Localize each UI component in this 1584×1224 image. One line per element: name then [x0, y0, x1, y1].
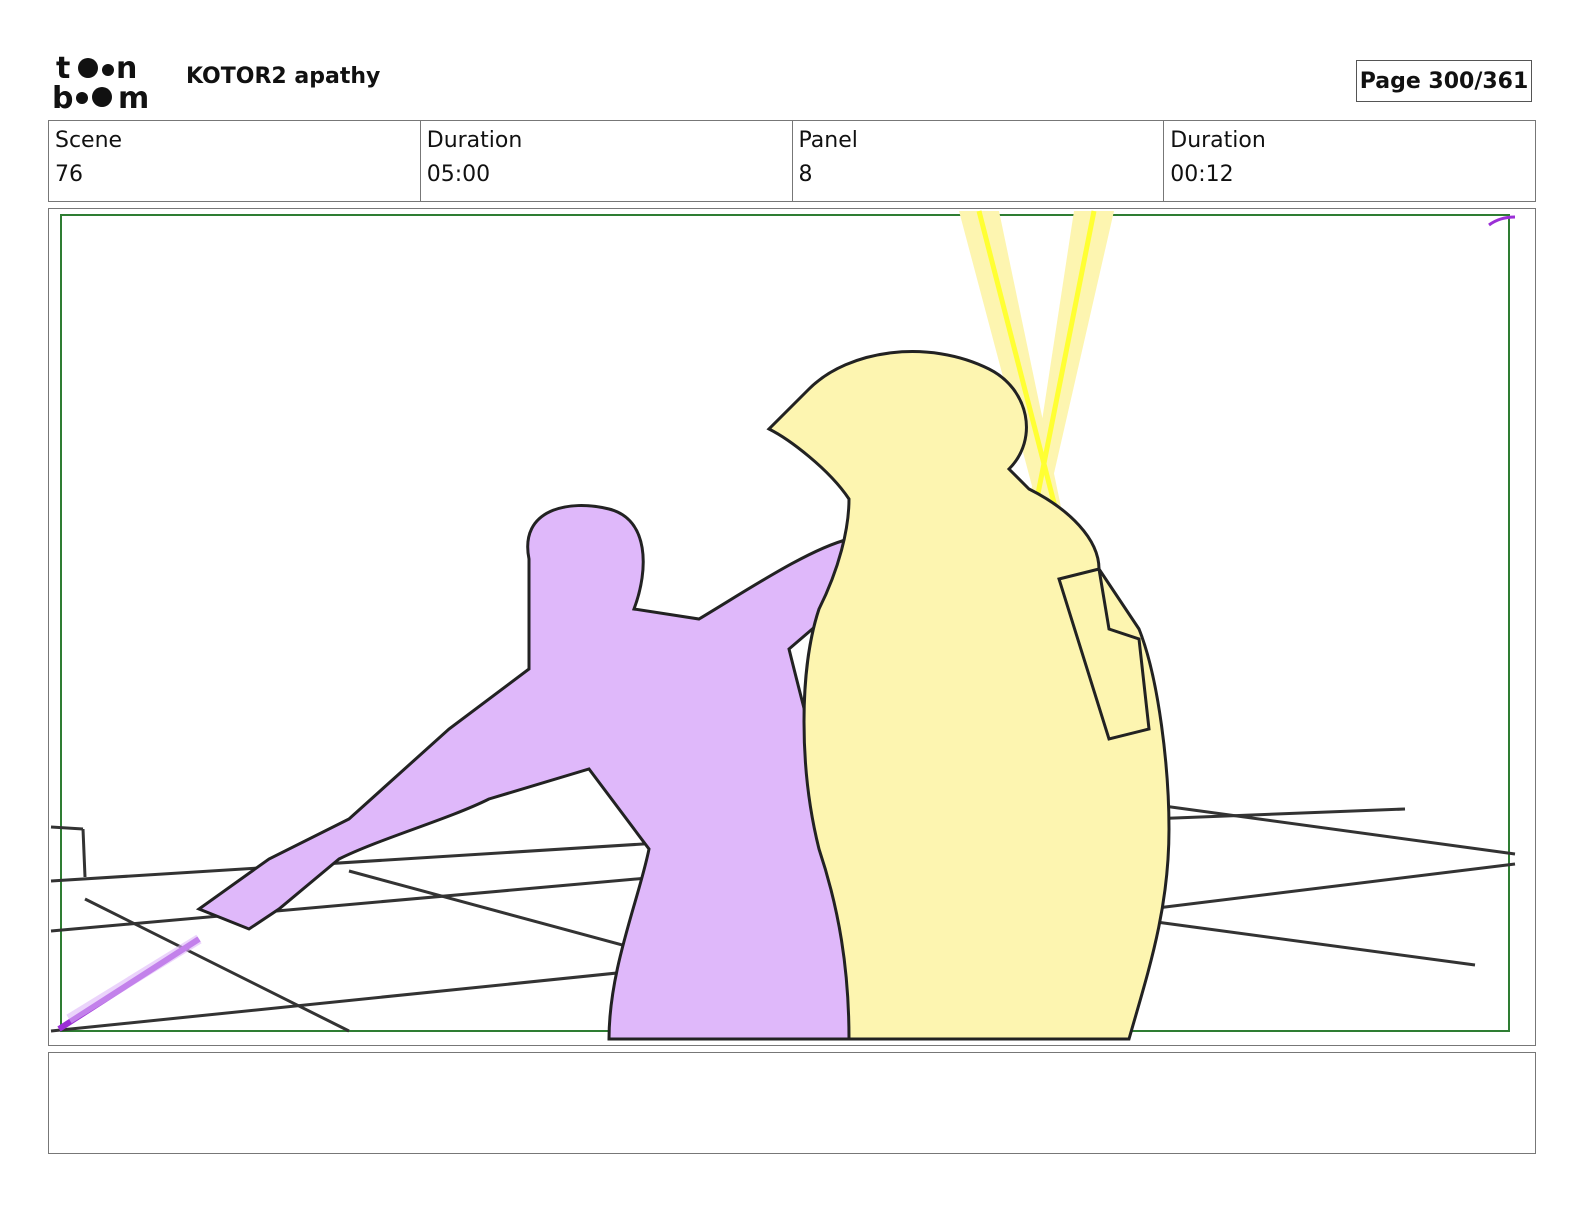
- storyboard-sketch-image: [50, 210, 1516, 1041]
- scene-duration-cell: Duration 05:00: [421, 121, 793, 201]
- page-indicator: Page 300/361: [1356, 60, 1532, 102]
- svg-text:b: b: [52, 81, 73, 112]
- page-indicator-text: Page 300/361: [1359, 68, 1529, 94]
- svg-text:m: m: [118, 81, 149, 112]
- panel-duration-value: 00:12: [1170, 162, 1234, 187]
- storyboard-panel: [48, 208, 1536, 1046]
- scene-duration-value: 05:00: [426, 162, 491, 187]
- project-title: KOTOR2 apathy: [186, 64, 381, 89]
- purple-figure: [57, 504, 891, 1041]
- toon-boom-logo: t n b m: [52, 51, 164, 116]
- panel-duration-label: Duration: [1170, 128, 1266, 153]
- corner-mark: [1488, 215, 1516, 227]
- notes-area: [48, 1052, 1536, 1154]
- panel-value: 8: [798, 162, 813, 187]
- scene-cell: Scene 76: [49, 121, 421, 201]
- scene-value: 76: [55, 162, 83, 187]
- scene-duration-label: Duration: [426, 128, 523, 153]
- panel-info-table: Scene 76 Duration 05:00 Panel 8 Duration…: [48, 120, 1536, 202]
- panel-duration-cell: Duration 00:12: [1164, 121, 1535, 201]
- panel-label: Panel: [798, 128, 858, 153]
- scene-label: Scene: [55, 128, 123, 153]
- panel-cell: Panel 8: [793, 121, 1165, 201]
